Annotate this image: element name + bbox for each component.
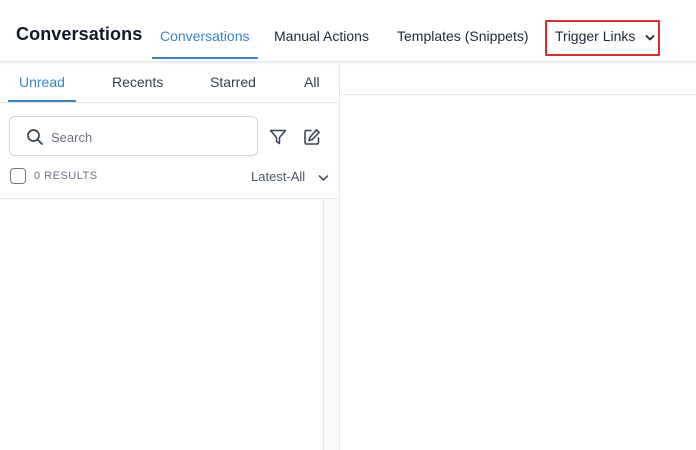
search-input[interactable]	[51, 127, 251, 147]
trigger-links-dropdown[interactable]: Trigger Links	[545, 20, 660, 56]
divider	[0, 198, 340, 199]
active-tab-indicator	[152, 57, 258, 59]
compose-icon[interactable]	[302, 127, 322, 147]
conversation-list-panel: Unread Recents Starred All 0 RESULTS Lat…	[0, 63, 340, 450]
select-all-checkbox[interactable]	[10, 168, 26, 184]
conversation-detail-panel	[341, 63, 696, 450]
results-count: 0 RESULTS	[34, 170, 98, 182]
filter-icon[interactable]	[268, 127, 288, 147]
tab-recents[interactable]: Recents	[112, 74, 163, 90]
chevron-down-icon	[645, 35, 655, 41]
search-box[interactable]	[9, 116, 258, 156]
chevron-down-icon[interactable]	[318, 174, 329, 182]
divider	[0, 102, 340, 103]
sort-select[interactable]: Latest-All	[251, 169, 305, 184]
conversation-list	[0, 200, 323, 450]
tab-all[interactable]: All	[304, 74, 320, 90]
tab-manual-actions[interactable]: Manual Actions	[274, 28, 369, 44]
tab-conversations[interactable]: Conversations	[160, 28, 250, 44]
search-icon	[27, 129, 43, 145]
tab-templates-snippets[interactable]: Templates (Snippets)	[397, 28, 529, 44]
tab-starred[interactable]: Starred	[210, 74, 256, 90]
conversation-detail-header	[341, 63, 696, 95]
scrollbar[interactable]	[323, 200, 339, 450]
tab-unread[interactable]: Unread	[19, 74, 65, 90]
top-navigation-bar: Conversations Conversations Manual Actio…	[0, 0, 696, 62]
trigger-links-label: Trigger Links	[555, 28, 636, 44]
page-title: Conversations	[16, 24, 143, 44]
